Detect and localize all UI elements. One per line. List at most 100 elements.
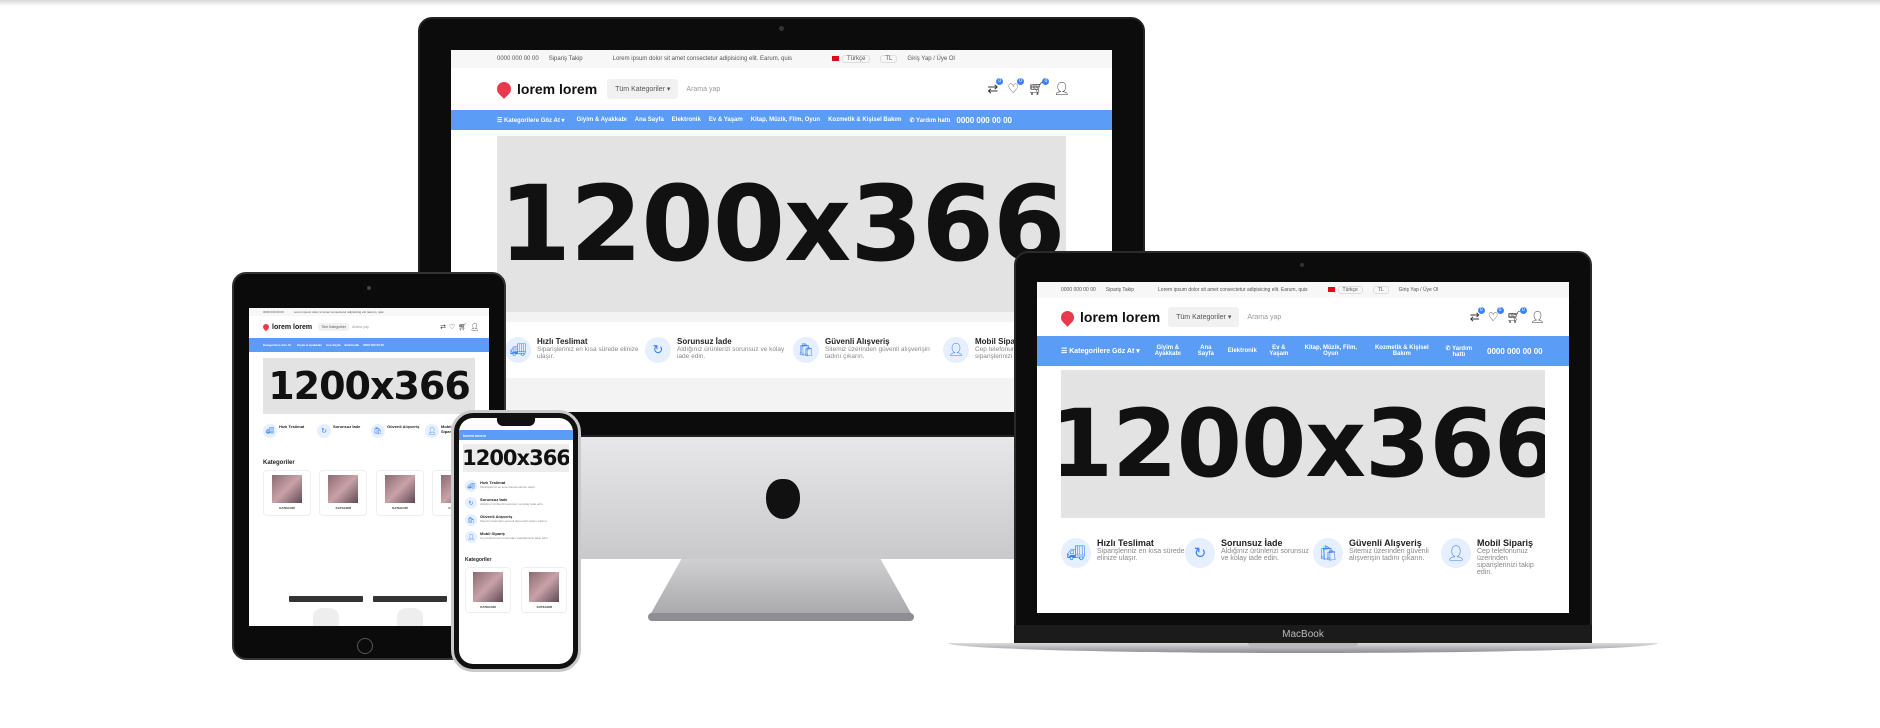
hero-banner[interactable]: 1200x366 [463,444,569,472]
feature-item: 👤︎Mobil SiparişCep telefonunuz üzerinden… [1441,538,1545,576]
order-track-link[interactable]: Sipariş Takip [549,56,583,62]
help-line[interactable]: ✆ Yardım hattı [909,117,950,124]
header-icons: ⇄ ♡ 🛒︎ 👤︎ [440,323,479,331]
site-logo[interactable]: lorem lorem [494,79,597,99]
all-categories-button[interactable]: ☰ Kategorilere Göz At ▾ [497,117,565,124]
site-logo[interactable]: lorem lorem [1058,307,1161,327]
nav-item[interactable]: Giyim & Ayakkabı [577,117,627,123]
phone-text: 0000 000 00 00 [497,56,539,62]
camera-icon [367,286,371,290]
compare-icon[interactable]: ⇄ [440,323,446,331]
logo-text: lorem lorem [1080,309,1161,325]
user-icon[interactable]: 👤︎ [1053,81,1070,97]
category-select[interactable]: Tüm Kategoriler [318,323,349,331]
feature-item: 🛍︎ Güvenli Alışveriş Sitemiz üzerinden güv… [1313,538,1441,576]
cart-icon[interactable]: 🛒︎ [458,323,467,331]
category-list: KATEGORİ KATEGORİ [465,567,568,613]
nav-item[interactable]: Elektronik [1228,348,1257,354]
nav-item[interactable]: Ev & Yaşam [709,117,743,123]
category-select[interactable]: Tüm Kategoriler ▾ [1168,307,1240,327]
all-categories-button[interactable]: Kategorilere Göz At [263,343,291,347]
feature-item: 🚚︎ Hızlı Teslimat [263,424,313,438]
nav-item[interactable]: Giyim & Ayakkabı [1154,345,1182,357]
announcement: Lorem ipsum dolor sit amet consectetur a… [612,56,793,62]
feature-item: 🚚︎ Hızlı Teslimat Siparişleriniz en kısa s… [465,480,567,492]
logo-icon [1058,307,1077,327]
nav-item[interactable]: Ana Sayfa [635,117,664,123]
secure-bag-icon: 🛍︎ [371,424,385,438]
currency-select[interactable]: TL [880,55,898,63]
header-icons: ⇄ 0 ♡ 0 🛒︎ 0 👤︎ [1462,307,1545,324]
help-line[interactable]: ✆ Yardım hattı [1445,345,1473,358]
favorites-icon[interactable]: ♡ [449,323,455,331]
camera-icon [1300,263,1304,267]
cart-icon[interactable]: 🛒︎ 0 [1028,78,1050,97]
nav-item[interactable]: Giyim & Ayakkabı [297,343,322,347]
search-input[interactable]: Arama yap [686,86,978,93]
announcement: Lorem ipsum dolor sit amet consectetur a… [1158,287,1308,293]
currency-select[interactable]: TL [1372,286,1389,294]
nav-item[interactable]: Ana Sayfa [326,343,341,347]
nav-item[interactable]: Elektronik [672,117,701,123]
all-categories-button[interactable]: ☰ Kategorilere Göz At ▾ [1061,347,1140,355]
cart-icon[interactable]: 🛒︎ 0 [1507,307,1527,324]
hero-banner[interactable]: 1200x366 [263,358,475,414]
categories-title: Kategoriler [263,460,295,466]
nav-item[interactable]: Kozmetik & Kişisel Bakım [828,117,901,123]
logo-text: lorem lorem [463,432,486,438]
order-track-link[interactable]: Sipariş Takip [1106,287,1134,293]
return-icon: ↻ [465,497,477,509]
favorites-icon[interactable]: ♡ 0 [1007,78,1024,97]
nav-item[interactable]: Ana Sayfa [1196,345,1216,357]
account-link[interactable]: Giriş Yap / Üye Ol [1399,287,1439,293]
home-button [357,638,373,654]
nav-phone[interactable]: 0000 000 00 00 [1487,347,1543,356]
phone-screen: lorem lorem 1200x366 🚚︎ Hızlı Teslimat Sip… [459,418,573,664]
compare-icon[interactable]: ⇄ 0 [1470,307,1485,324]
account-link[interactable]: Giriş Yap / Üye Ol [907,56,954,62]
nav-item[interactable]: Ev & Yaşam [1269,345,1289,357]
top-bar: 0000 000 00 00 Sipariş Takip Lorem ipsum… [451,50,1112,68]
user-icon[interactable]: 👤︎ [470,323,479,331]
search-input[interactable]: Arama yap [1247,314,1461,321]
site-header: lorem lorem Tüm Kategoriler Arama yap ⇄ ♡… [249,316,489,338]
feature-item: 🚚︎ Hızlı Teslimat Siparişleriniz en kısa s… [1061,538,1185,576]
search-input[interactable]: Arama yap [352,325,440,329]
site-logo[interactable]: lorem lorem [261,322,312,332]
feature-item: ↻ Sorunsuz İade Aldığınız ürünlerizi sorun… [645,337,793,363]
product-area [263,588,475,626]
site-header: lorem lorem Tüm Kategoriler ▾ Arama yap … [1037,298,1569,336]
nav-phone[interactable]: 0000 000 00 00 [956,116,1012,125]
top-shadow [0,0,1880,6]
features-row: 🚚︎ Hızlı Teslimat ↻ Sorunsuz İade 🛍︎ Güvenl… [263,424,475,438]
category-card[interactable]: KATEGORİ [375,470,424,516]
hero-banner[interactable]: 1200x366 [1061,370,1545,518]
return-icon: ↻ [1185,538,1215,568]
user-icon[interactable]: 👤︎ [1530,310,1545,324]
nav-bar: Kategorilere Göz At Giyim & Ayakkabı Ana… [249,338,489,352]
nav-bar: ☰ Kategorilere Göz At ▾ Giyim & Ayakkabı… [1037,336,1569,366]
nav-item[interactable]: Kozmetik & Kişisel Bakım [1373,345,1431,357]
language-select[interactable]: Türkçe [1327,286,1363,294]
phone-text: 0000 000 00 00 [1061,287,1096,293]
nav-item[interactable]: Kitap, Müzik, Film, Oyun [751,117,820,123]
nav-item[interactable]: Elektronik [345,343,360,347]
categories-title: Kategoriler [465,557,492,563]
category-card[interactable]: KATEGORİ [263,470,311,516]
mobile-user-icon: 👤︎ [1441,538,1471,568]
category-card[interactable]: KATEGORİ [465,567,511,613]
top-bar: 0000 000 00 00 Sipariş Takip Lorem ipsum… [1037,282,1569,298]
favorites-icon[interactable]: ♡ 0 [1488,307,1504,324]
category-select[interactable]: Tüm Kategoriler ▾ [607,79,679,99]
laptop-screen: 0000 000 00 00 Sipariş Takip Lorem ipsum… [1037,282,1569,613]
return-icon: ↻ [645,337,671,363]
category-card[interactable]: KATEGORİ [521,567,568,613]
compare-icon[interactable]: ⇄ 0 [987,78,1004,97]
category-card[interactable]: KATEGORİ [319,470,368,516]
header-icons: ⇄ 0 ♡ 0 🛒︎ 0 👤︎ [978,78,1070,97]
nav-item[interactable]: Kitap, Müzik, Film, Oyun [1303,345,1359,357]
language-select[interactable]: Türkçe [832,55,871,64]
nav-phone[interactable]: 0000 000 00 00 [363,343,384,347]
nav-bar: lorem lorem [459,430,573,440]
feature-item: ↻ Sorunsuz İade Aldığınız ürünlerizi sorun… [1185,538,1313,576]
